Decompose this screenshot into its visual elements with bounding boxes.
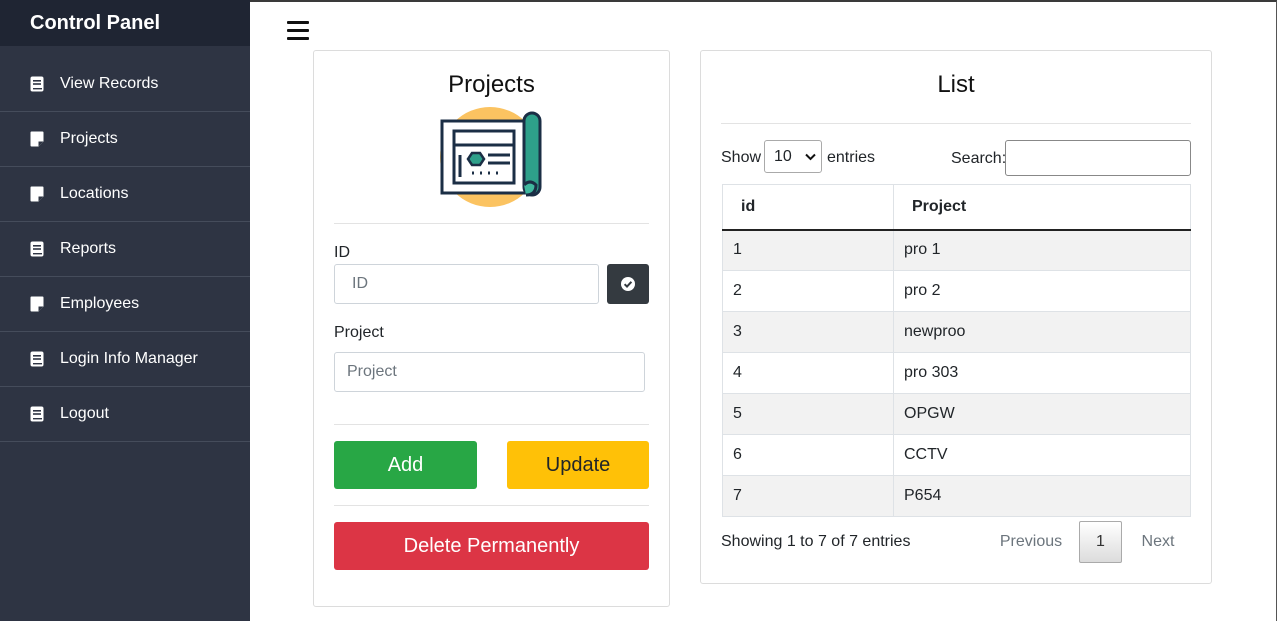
cell-project: pro 2: [893, 270, 1191, 312]
page-button-1[interactable]: 1: [1079, 521, 1122, 563]
add-button[interactable]: Add: [334, 441, 477, 489]
divider: [721, 123, 1191, 124]
divider: [334, 505, 649, 506]
check-circle-icon: [621, 277, 635, 291]
check-button[interactable]: [607, 264, 649, 304]
divider: [334, 223, 649, 224]
sidebar-menu: View Records Projects Locations Reports Empl…: [0, 57, 250, 442]
book-icon: [30, 406, 44, 422]
form-title: Projects: [448, 71, 535, 98]
sidebar-item-label: Reports: [60, 240, 117, 257]
book-icon: [30, 351, 44, 367]
cell-id: 7: [722, 475, 894, 517]
sidebar-item-reports[interactable]: Reports: [0, 222, 250, 277]
delete-button[interactable]: Delete Permanently: [334, 522, 649, 570]
list-title: List: [937, 71, 975, 98]
sidebar-item-label: Employees: [60, 295, 140, 312]
table-row[interactable]: 4 pro 303: [722, 352, 1191, 394]
column-header-project[interactable]: Project: [893, 184, 1191, 231]
cell-project: OPGW: [893, 393, 1191, 435]
page-size-value: 10: [774, 147, 792, 165]
table-info: Showing 1 to 7 of 7 entries: [721, 533, 911, 550]
table-row[interactable]: 6 CCTV: [722, 434, 1191, 476]
note-icon: [30, 131, 44, 147]
sidebar-item-view-records[interactable]: View Records: [0, 57, 250, 112]
table-row[interactable]: 1 pro 1: [722, 229, 1191, 271]
cell-id: 2: [722, 270, 894, 312]
show-label: Show: [721, 149, 762, 166]
update-button[interactable]: Update: [507, 441, 649, 489]
divider: [334, 424, 649, 425]
sidebar-item-projects[interactable]: Projects: [0, 112, 250, 167]
table-row[interactable]: 2 pro 2: [722, 270, 1191, 312]
cell-id: 1: [722, 229, 894, 271]
id-label: ID: [334, 244, 350, 261]
cell-project: newproo: [893, 311, 1191, 353]
table-row[interactable]: 3 newproo: [722, 311, 1191, 353]
note-icon: [30, 296, 44, 312]
sidebar-item-label: Login Info Manager: [60, 350, 198, 367]
cell-id: 5: [722, 393, 894, 435]
sidebar: Control Panel View Records Projects Locati…: [0, 0, 250, 621]
blueprint-icon: [440, 107, 544, 207]
cell-id: 4: [722, 352, 894, 394]
column-header-id[interactable]: id: [722, 184, 894, 231]
cell-project: CCTV: [893, 434, 1191, 476]
search-label: Search:: [951, 150, 1007, 167]
project-label: Project: [334, 324, 384, 341]
sidebar-item-label: Logout: [60, 405, 109, 422]
cell-project: P654: [893, 475, 1191, 517]
project-input[interactable]: [334, 352, 645, 392]
sidebar-item-logout[interactable]: Logout: [0, 387, 250, 442]
table-row[interactable]: 7 P654: [722, 475, 1191, 517]
cell-id: 6: [722, 434, 894, 476]
page-size-select[interactable]: 10: [764, 140, 822, 173]
menu-toggle-icon[interactable]: [287, 21, 309, 41]
sidebar-item-label: Projects: [60, 130, 118, 147]
sidebar-title: Control Panel: [0, 0, 250, 46]
projects-table: id Project 1 pro 1 2 pro 2 3 newproo 4 pro 303 5…: [722, 184, 1191, 517]
chevron-down-icon: [805, 153, 816, 161]
next-button[interactable]: Next: [1130, 522, 1186, 562]
book-icon: [30, 76, 44, 92]
cell-project: pro 1: [893, 229, 1191, 271]
cell-project: pro 303: [893, 352, 1191, 394]
sidebar-item-employees[interactable]: Employees: [0, 277, 250, 332]
cell-id: 3: [722, 311, 894, 353]
sidebar-item-label: Locations: [60, 185, 129, 202]
previous-button[interactable]: Previous: [990, 522, 1072, 562]
table-row[interactable]: 5 OPGW: [722, 393, 1191, 435]
note-icon: [30, 186, 44, 202]
table-header-row: id Project: [722, 184, 1191, 231]
id-input[interactable]: [334, 264, 599, 304]
sidebar-item-label: View Records: [60, 75, 159, 92]
book-icon: [30, 241, 44, 257]
search-input[interactable]: [1005, 140, 1191, 176]
sidebar-item-locations[interactable]: Locations: [0, 167, 250, 222]
entries-label: entries: [827, 149, 876, 166]
sidebar-item-login-info-manager[interactable]: Login Info Manager: [0, 332, 250, 387]
